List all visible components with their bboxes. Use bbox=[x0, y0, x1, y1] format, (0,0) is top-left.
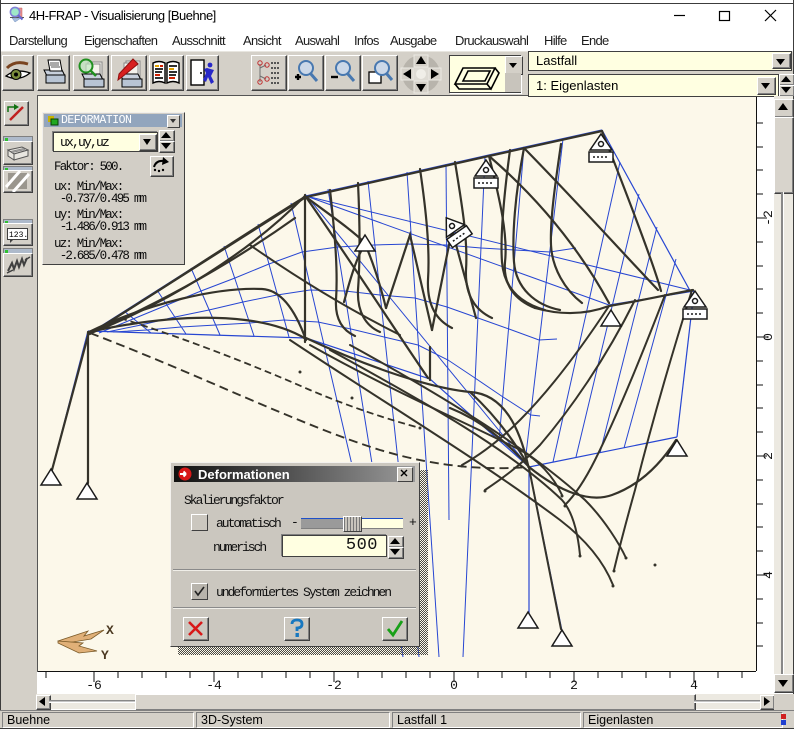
svg-text:-6: -6 bbox=[86, 678, 102, 693]
svg-text:2: 2 bbox=[761, 452, 774, 460]
svg-text:-4: -4 bbox=[206, 678, 222, 693]
svg-text:123.: 123. bbox=[9, 231, 28, 240]
svg-text:0: 0 bbox=[450, 678, 458, 693]
svg-text:0: 0 bbox=[761, 333, 774, 341]
svg-text:-2: -2 bbox=[761, 210, 774, 226]
svg-text:-2: -2 bbox=[326, 678, 342, 693]
svg-text:Y: Y bbox=[101, 648, 109, 663]
svg-text:4: 4 bbox=[690, 678, 698, 693]
svg-text:2: 2 bbox=[570, 678, 578, 693]
svg-text:X: X bbox=[106, 623, 114, 638]
svg-text:4: 4 bbox=[761, 571, 774, 579]
